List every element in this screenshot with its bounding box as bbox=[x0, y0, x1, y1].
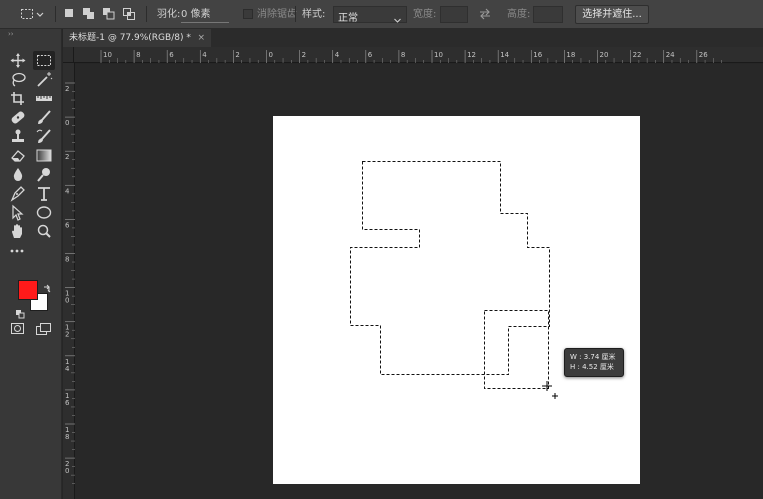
ruler-label: 8 bbox=[65, 256, 69, 264]
ruler-label: 8 bbox=[65, 433, 69, 441]
selection-height-readout: H : 4.52 厘米 bbox=[570, 363, 614, 371]
width-input[interactable] bbox=[440, 6, 468, 23]
ruler-label: 16 bbox=[533, 51, 542, 59]
ellipse-icon[interactable] bbox=[33, 203, 55, 222]
vertical-ruler-ticks: 202468101214161820 bbox=[65, 82, 75, 484]
ruler-label: 2 bbox=[65, 331, 69, 339]
path-select-icon[interactable] bbox=[7, 203, 29, 222]
selection-size-tooltip: W : 3.74 厘米 H : 4.52 厘米 bbox=[564, 348, 624, 377]
ruler-label: 4 bbox=[65, 365, 70, 373]
ruler-label: 0 bbox=[65, 297, 69, 305]
subtract-from-selection-icon[interactable] bbox=[102, 7, 116, 20]
ruler-label: 6 bbox=[65, 221, 70, 229]
width-label: 宽度: bbox=[413, 9, 437, 20]
new-selection-icon[interactable] bbox=[64, 8, 75, 19]
marquee-icon[interactable] bbox=[33, 51, 55, 70]
ruler-label: 26 bbox=[699, 51, 708, 59]
document-tab[interactable]: 未标题-1 @ 77.9%(RGB/8) * × bbox=[63, 29, 211, 47]
photoshop-window: 羽化: 0 像素 消除锯齿 样式: 正常 宽度: 高度: 选择并遮住... ›› bbox=[0, 0, 763, 499]
separator bbox=[55, 6, 56, 22]
foreground-color-swatch[interactable] bbox=[18, 280, 38, 300]
document-canvas[interactable] bbox=[273, 116, 640, 484]
separator bbox=[295, 6, 296, 22]
ruler-label: 0 bbox=[65, 119, 69, 127]
quick-mask-icon[interactable] bbox=[10, 321, 26, 335]
brush-icon[interactable] bbox=[33, 108, 55, 127]
ruler-label: 8 bbox=[136, 51, 140, 59]
screen-mode-icon[interactable] bbox=[35, 321, 55, 335]
separator bbox=[146, 6, 147, 22]
height-input[interactable] bbox=[533, 6, 563, 23]
crop-icon[interactable] bbox=[7, 89, 29, 108]
more-tools-icon[interactable] bbox=[7, 243, 29, 262]
document-tab-bar: 未标题-1 @ 77.9%(RGB/8) * × bbox=[63, 29, 763, 47]
ruler-label: 0 bbox=[65, 467, 69, 475]
ruler-label: 0 bbox=[269, 51, 273, 59]
ruler-label: 2 bbox=[65, 153, 69, 161]
toolbox: ›› bbox=[0, 29, 62, 499]
ruler-icon[interactable] bbox=[33, 89, 55, 108]
eraser-icon[interactable] bbox=[7, 146, 29, 165]
antialias-label: 消除锯齿 bbox=[257, 9, 297, 20]
horizontal-ruler[interactable]: 10 8 6 4 2 0 2 4 6 8 10 12 14 16 18 20 22 24 26 bbox=[74, 47, 763, 63]
ruler-label: 4 bbox=[335, 51, 340, 59]
ruler-label: 2 bbox=[235, 51, 239, 59]
style-select-value: 正常 bbox=[338, 13, 358, 24]
ruler-label: 18 bbox=[566, 51, 575, 59]
ruler-label: 22 bbox=[633, 51, 642, 59]
panel-collapse-icon[interactable]: ›› bbox=[8, 30, 14, 38]
blur-icon[interactable] bbox=[7, 165, 29, 184]
add-to-selection-icon[interactable] bbox=[82, 7, 96, 20]
ruler-label: 4 bbox=[65, 187, 70, 195]
marquee-preset-icon[interactable] bbox=[20, 8, 46, 21]
ruler-label: 12 bbox=[467, 51, 476, 59]
zoom-icon[interactable] bbox=[33, 222, 55, 241]
ruler-label: 4 bbox=[202, 51, 207, 59]
ruler-label: 6 bbox=[169, 51, 174, 59]
ruler-label: 2 bbox=[65, 85, 69, 93]
options-bar: 羽化: 0 像素 消除锯齿 样式: 正常 宽度: 高度: 选择并遮住... bbox=[0, 0, 763, 29]
type-icon[interactable] bbox=[33, 184, 55, 203]
clone-stamp-icon[interactable] bbox=[7, 127, 29, 146]
magic-wand-icon[interactable] bbox=[33, 70, 55, 89]
selection-width-readout: W : 3.74 厘米 bbox=[570, 353, 616, 361]
style-select[interactable]: 正常 bbox=[333, 6, 407, 24]
dodge-icon[interactable] bbox=[33, 165, 55, 184]
foreground-color-fill bbox=[19, 281, 37, 299]
ruler-label: 6 bbox=[65, 399, 70, 407]
ruler-label: 2 bbox=[302, 51, 306, 59]
style-label: 样式: bbox=[302, 9, 326, 20]
healing-brush-icon[interactable] bbox=[7, 108, 29, 127]
height-label: 高度: bbox=[507, 9, 531, 20]
ruler-label: 8 bbox=[401, 51, 405, 59]
ruler-label: 20 bbox=[600, 51, 609, 59]
antialias-checkbox[interactable] bbox=[243, 9, 253, 19]
ruler-label: 14 bbox=[500, 51, 509, 59]
pen-icon[interactable] bbox=[7, 184, 29, 203]
ruler-origin[interactable] bbox=[63, 47, 74, 63]
chevron-down-icon bbox=[393, 10, 402, 29]
feather-label: 羽化: bbox=[157, 9, 181, 20]
swap-dimensions-icon[interactable] bbox=[478, 7, 492, 21]
hand-icon[interactable] bbox=[7, 222, 29, 241]
vertical-ruler[interactable]: 202468101214161820 bbox=[63, 63, 75, 499]
gradient-icon[interactable] bbox=[33, 146, 55, 165]
intersect-selection-icon[interactable] bbox=[122, 7, 136, 20]
ruler-label: 6 bbox=[368, 51, 373, 59]
default-colors-icon[interactable] bbox=[15, 304, 25, 319]
select-and-mask-button[interactable]: 选择并遮住... bbox=[575, 5, 649, 24]
history-brush-icon[interactable] bbox=[33, 127, 55, 146]
swap-colors-icon[interactable] bbox=[42, 279, 52, 293]
lasso-icon[interactable] bbox=[7, 70, 29, 89]
ruler-label: 10 bbox=[434, 51, 443, 59]
close-tab-icon[interactable]: × bbox=[197, 29, 205, 47]
horizontal-ruler-ticks: 10 8 6 4 2 0 2 4 6 8 10 12 14 16 18 20 22 24 26 bbox=[100, 50, 722, 63]
document-tab-title: 未标题-1 @ 77.9%(RGB/8) * bbox=[69, 33, 191, 43]
feather-input[interactable]: 0 像素 bbox=[181, 9, 229, 23]
ruler-label: 24 bbox=[666, 51, 675, 59]
ruler-label: 10 bbox=[103, 51, 112, 59]
move-icon[interactable] bbox=[7, 51, 29, 70]
